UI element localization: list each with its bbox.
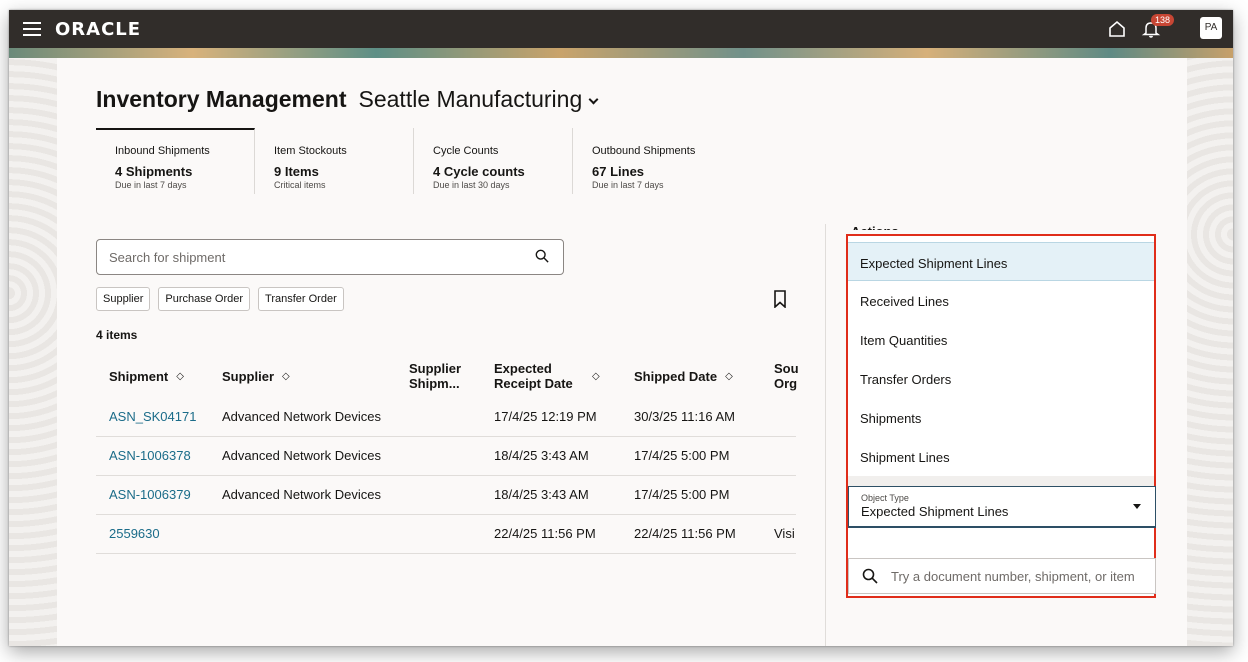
- shipment-link[interactable]: ASN-1006379: [109, 487, 191, 502]
- shipments-table: Shipment ◇ Supplier ◇ Supplier Shipm... Ex…: [96, 354, 798, 554]
- column-label: Sou Org: [774, 361, 798, 391]
- sort-icon: ◇: [282, 370, 290, 382]
- results-count: 4 items: [96, 328, 138, 342]
- search-icon: [862, 568, 878, 584]
- metric-inbound-shipments[interactable]: Inbound Shipments 4 Shipments Due in las…: [96, 128, 255, 194]
- metric-sub: Due in last 7 days: [115, 180, 187, 190]
- sort-icon: ◇: [592, 370, 600, 382]
- table-row[interactable]: 2559630 22/4/25 11:56 PM 22/4/25 11:56 P…: [96, 515, 796, 554]
- shipped-date-cell: 17/4/25 5:00 PM: [634, 487, 730, 502]
- actions-heading: Actions: [851, 224, 899, 230]
- column-header-source-org[interactable]: Sou Org: [774, 354, 798, 398]
- shipment-link[interactable]: ASN_SK04171: [109, 409, 196, 424]
- column-label: Expected Receipt Date: [494, 361, 573, 391]
- expected-date-cell: 18/4/25 3:43 AM: [494, 487, 589, 502]
- supplier-cell: Advanced Network Devices: [222, 448, 381, 463]
- column-label: Shipped Date: [634, 368, 718, 384]
- sort-icon: ◇: [725, 370, 733, 382]
- supplier-cell: Advanced Network Devices: [222, 409, 381, 424]
- search-icon[interactable]: [535, 249, 549, 263]
- hamburger-icon[interactable]: [23, 22, 41, 36]
- table-row[interactable]: ASN_SK04171 Advanced Network Devices 17/…: [96, 398, 796, 437]
- home-icon[interactable]: [1107, 19, 1127, 39]
- option-transfer-orders[interactable]: Transfer Orders: [848, 359, 1154, 398]
- notification-badge: 138: [1151, 14, 1175, 26]
- search-placeholder: Search for shipment: [109, 250, 226, 265]
- org-selector[interactable]: Seattle Manufacturing: [358, 86, 599, 113]
- metric-sub: Due in last 7 days: [592, 180, 664, 190]
- object-type-dropdown: Expected Shipment Lines Received Lines I…: [846, 234, 1156, 598]
- filter-chip-supplier[interactable]: Supplier: [96, 287, 151, 311]
- caret-down-icon: [1133, 504, 1141, 509]
- option-shipments[interactable]: Shipments: [848, 398, 1154, 437]
- metric-value: 4 Shipments: [115, 164, 193, 179]
- top-bar: ORACLE 138 PA: [9, 10, 1233, 48]
- chevron-down-icon: [588, 94, 599, 105]
- avatar[interactable]: PA: [1200, 17, 1222, 39]
- metric-label: Inbound Shipments: [115, 145, 210, 157]
- column-header-supplier-shipment[interactable]: Supplier Shipm...: [409, 354, 473, 398]
- option-shipment-lines[interactable]: Shipment Lines: [848, 437, 1154, 476]
- dropdown-separator: [848, 476, 1154, 486]
- shipped-date-cell: 17/4/25 5:00 PM: [634, 448, 730, 463]
- expected-date-cell: 22/4/25 11:56 PM: [494, 526, 596, 541]
- shipment-link[interactable]: 2559630: [109, 526, 160, 541]
- column-header-shipment[interactable]: Shipment ◇: [109, 354, 184, 398]
- column-label: Shipment: [109, 368, 169, 384]
- metrics-strip: Inbound Shipments 4 Shipments Due in las…: [96, 128, 732, 194]
- filter-chip-transfer-order[interactable]: Transfer Order: [258, 287, 344, 311]
- option-item-quantities[interactable]: Item Quantities: [848, 320, 1154, 359]
- document-search-input[interactable]: Try a document number, shipment, or item: [848, 558, 1156, 594]
- metric-label: Cycle Counts: [433, 145, 499, 157]
- expected-date-cell: 18/4/25 3:43 AM: [494, 448, 589, 463]
- metric-sub: Critical items: [274, 180, 326, 190]
- org-name: Seattle Manufacturing: [358, 86, 583, 112]
- column-header-supplier[interactable]: Supplier ◇: [222, 354, 290, 398]
- shipment-search-input[interactable]: Search for shipment: [96, 239, 564, 275]
- column-header-shipped-date[interactable]: Shipped Date ◇: [634, 354, 733, 398]
- main-content: Inventory Management Seattle Manufacturi…: [57, 58, 1187, 646]
- filter-chip-purchase-order[interactable]: Purchase Order: [158, 287, 251, 311]
- app-window: ORACLE 138 PA Inventory Management Seatt…: [9, 10, 1233, 646]
- supplier-cell: Advanced Network Devices: [222, 487, 381, 502]
- option-received-lines[interactable]: Received Lines: [848, 281, 1154, 320]
- metric-item-stockouts[interactable]: Item Stockouts 9 Items Critical items: [255, 128, 414, 194]
- metric-value: 67 Lines: [592, 164, 645, 179]
- page-title: Inventory Management: [96, 86, 347, 112]
- decorative-banner: [9, 48, 1233, 58]
- object-type-value: Expected Shipment Lines: [861, 504, 1009, 519]
- sort-icon: ◇: [176, 370, 184, 382]
- expected-date-cell: 17/4/25 12:19 PM: [494, 409, 597, 424]
- shipped-date-cell: 30/3/25 11:16 AM: [634, 409, 735, 424]
- metric-label: Outbound Shipments: [592, 145, 696, 157]
- table-header: Shipment ◇ Supplier ◇ Supplier Shipm... Ex…: [96, 354, 798, 398]
- metric-label: Item Stockouts: [274, 145, 347, 157]
- object-type-select[interactable]: Object Type Expected Shipment Lines: [848, 486, 1156, 528]
- metric-value: 4 Cycle counts: [433, 164, 525, 179]
- table-row[interactable]: ASN-1006378 Advanced Network Devices 18/…: [96, 437, 796, 476]
- column-header-expected-receipt-date[interactable]: Expected Receipt Date ◇: [494, 354, 612, 398]
- shipped-date-cell: 22/4/25 11:56 PM: [634, 526, 736, 541]
- column-label: Supplier: [222, 368, 275, 384]
- document-search-placeholder: Try a document number, shipment, or item: [891, 569, 1135, 584]
- metric-outbound-shipments[interactable]: Outbound Shipments 67 Lines Due in last …: [573, 128, 732, 194]
- metric-sub: Due in last 30 days: [433, 180, 510, 190]
- page-header: Inventory Management Seattle Manufacturi…: [96, 86, 599, 113]
- panel-divider: [825, 224, 826, 646]
- brand-logo: ORACLE: [55, 19, 142, 40]
- shipment-link[interactable]: ASN-1006378: [109, 448, 191, 463]
- table-row[interactable]: ASN-1006379 Advanced Network Devices 18/…: [96, 476, 796, 515]
- filter-chips: Supplier Purchase Order Transfer Order: [96, 287, 352, 311]
- metric-cycle-counts[interactable]: Cycle Counts 4 Cycle counts Due in last …: [414, 128, 573, 194]
- column-label: Supplier Shipm...: [409, 361, 462, 391]
- bookmark-icon[interactable]: [773, 290, 787, 308]
- option-expected-shipment-lines[interactable]: Expected Shipment Lines: [848, 242, 1154, 281]
- metric-value: 9 Items: [274, 164, 319, 179]
- source-org-cell: Visi: [774, 526, 795, 541]
- object-type-label: Object Type: [861, 493, 909, 503]
- decorative-pattern-left: [9, 58, 57, 646]
- decorative-pattern-right: [1187, 58, 1233, 646]
